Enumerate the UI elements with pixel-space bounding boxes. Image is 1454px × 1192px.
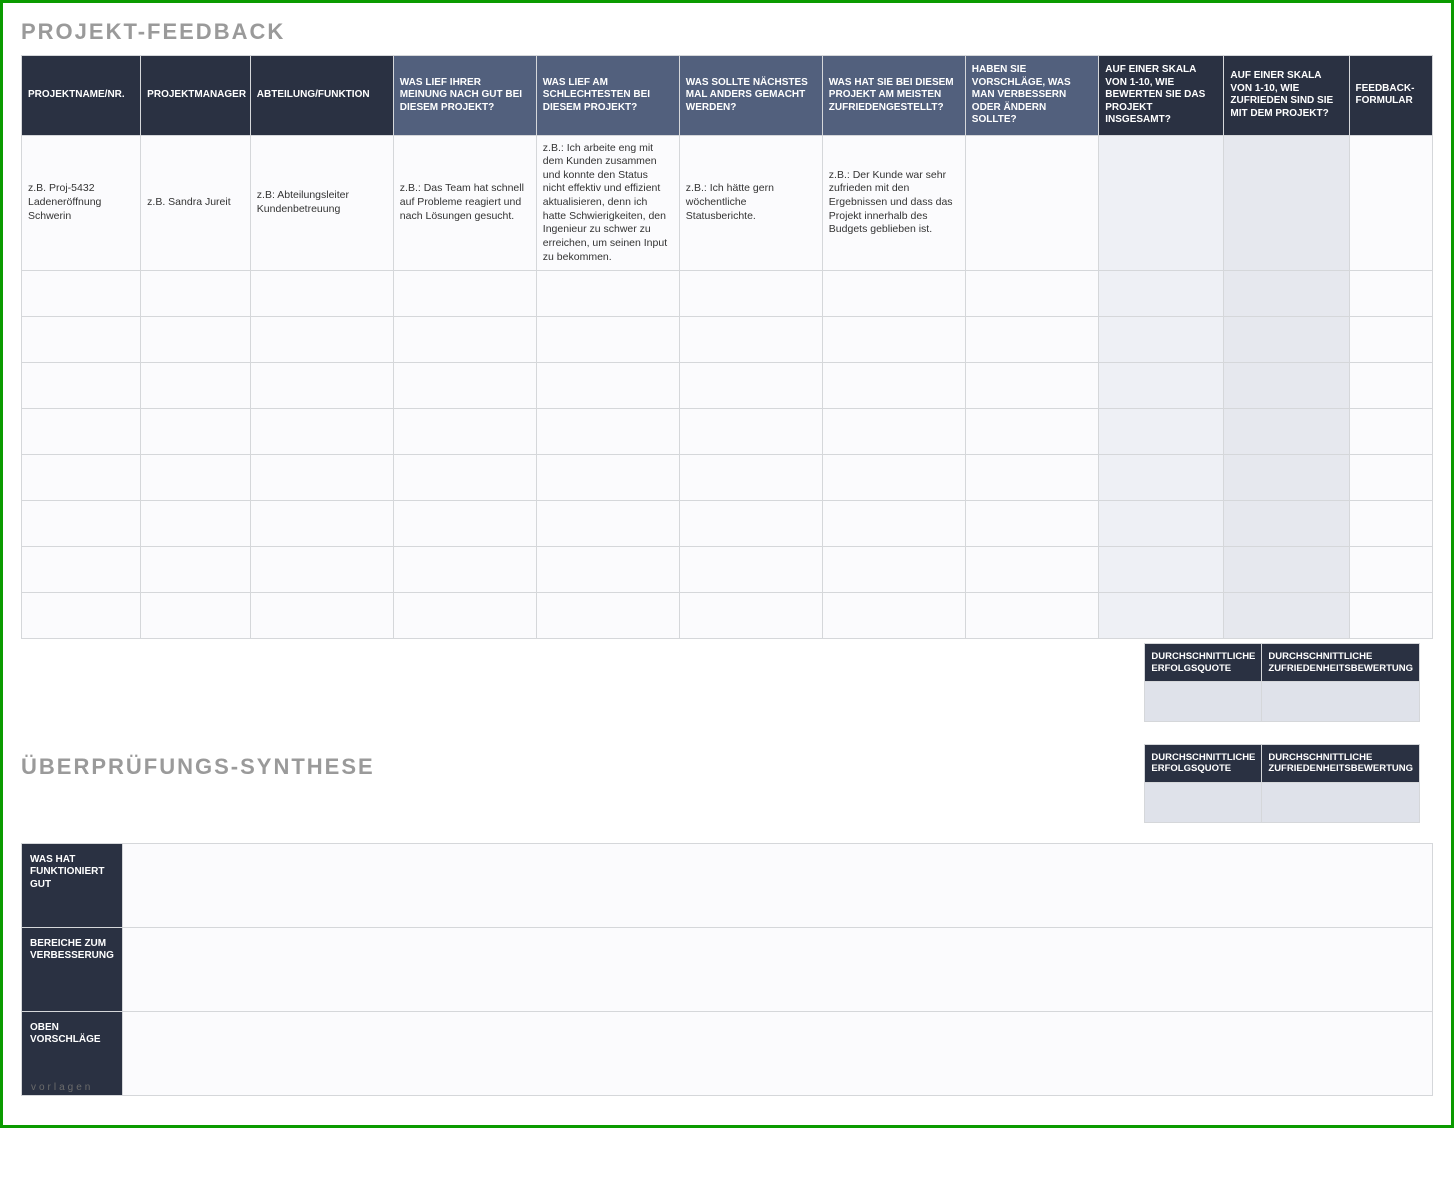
feedback-title: PROJEKT-FEEDBACK <box>21 19 1433 45</box>
avg-success-label: DURCHSCHNITTLICHE ERFOLGSQUOTE <box>1145 644 1262 682</box>
col-gut: WAS LIEF IHRER MEINUNG NACH GUT BEI DIES… <box>393 56 536 136</box>
col-zufrieden: WAS HAT SIE BEI DIESEM PROJEKT AM MEISTE… <box>822 56 965 136</box>
cell[interactable]: z.B.: Ich hätte gern wöchentliche Status… <box>679 135 822 271</box>
cell[interactable]: z.B.: Der Kunde war sehr zufrieden mit d… <box>822 135 965 271</box>
cell[interactable]: z.B. Proj-5432 Ladeneröffnung Schwerin <box>22 135 141 271</box>
col-schlecht: WAS LIEF AM SCHLECHTESTEN BEI DIESEM PRO… <box>536 56 679 136</box>
table-row <box>22 409 1433 455</box>
col-skala-projekt: AUF EINER SKALA VON 1-10, WIE BEWERTEN S… <box>1099 56 1224 136</box>
cell[interactable]: z.B: Abteilungsleiter Kundenbetreuung <box>250 135 393 271</box>
table-row <box>22 363 1433 409</box>
syn-cell-improve[interactable] <box>122 927 1432 1011</box>
table-row <box>22 455 1433 501</box>
cell[interactable]: z.B. Sandra Jureit <box>141 135 251 271</box>
col-projektname: PROJEKTNAME/NR. <box>22 56 141 136</box>
col-projektmanager: PROJEKTMANAGER <box>141 56 251 136</box>
cell[interactable]: z.B.: Das Team hat schnell auf Probleme … <box>393 135 536 271</box>
table-row <box>22 593 1433 639</box>
table-row <box>22 501 1433 547</box>
cell[interactable] <box>1224 135 1349 271</box>
table-header-row: PROJEKTNAME/NR. PROJEKTMANAGER ABTEILUNG… <box>22 56 1433 136</box>
col-abteilung: ABTEILUNG/FUNKTION <box>250 56 393 136</box>
table-row <box>22 547 1433 593</box>
syn-cell-good[interactable] <box>122 843 1432 927</box>
table-row: z.B. Proj-5432 Ladeneröffnung Schwerin z… <box>22 135 1433 271</box>
col-vorschlaege: HABEN SIE VORSCHLÄGE, WAS MAN VERBESSERN… <box>965 56 1098 136</box>
avg-table-1: DURCHSCHNITTLICHE ERFOLGSQUOTE DURCHSCHN… <box>1144 643 1433 722</box>
avg-satisfaction-label: DURCHSCHNITTLICHE ZUFRIEDENHEITSBEWERTUN… <box>1262 644 1420 682</box>
col-anders: WAS SOLLTE NÄCHSTES MAL ANDERS GEMACHT W… <box>679 56 822 136</box>
table-row <box>22 271 1433 317</box>
synthesis-table: WAS HAT FUNKTIONIERT GUT BEREICHE ZUM VE… <box>21 843 1433 1096</box>
synthesis-title: ÜBERPRÜFUNGS-SYNTHESE <box>21 754 375 780</box>
watermark: vorlagen <box>31 1082 1443 1093</box>
table-row <box>22 317 1433 363</box>
avg-table-2: DURCHSCHNITTLICHE ERFOLGSQUOTE DURCHSCHN… <box>1144 744 1433 823</box>
cell[interactable] <box>1099 135 1224 271</box>
feedback-table: PROJEKTNAME/NR. PROJEKTMANAGER ABTEILUNG… <box>21 55 1433 639</box>
avg-success-value[interactable] <box>1145 682 1262 722</box>
col-formular: FEEDBACK-FORMULAR <box>1349 56 1432 136</box>
cell[interactable] <box>1349 135 1432 271</box>
avg-success-label-2: DURCHSCHNITTLICHE ERFOLGSQUOTE <box>1145 745 1262 783</box>
cell[interactable]: z.B.: Ich arbeite eng mit dem Kunden zus… <box>536 135 679 271</box>
syn-label-good: WAS HAT FUNKTIONIERT GUT <box>22 843 123 927</box>
avg-block-1: DURCHSCHNITTLICHE ERFOLGSQUOTE DURCHSCHN… <box>21 643 1433 722</box>
syn-row-good: WAS HAT FUNKTIONIERT GUT <box>22 843 1433 927</box>
syn-label-improve: BEREICHE ZUM VERBESSERUNG <box>22 927 123 1011</box>
avg-satisfaction-value-2[interactable] <box>1262 782 1420 822</box>
avg-success-value-2[interactable] <box>1145 782 1262 822</box>
cell[interactable] <box>965 135 1098 271</box>
document-page: PROJEKT-FEEDBACK PROJEKTNAME/NR. PROJEKT… <box>0 0 1454 1128</box>
syn-row-improve: BEREICHE ZUM VERBESSERUNG <box>22 927 1433 1011</box>
col-skala-zufrieden: AUF EINER SKALA VON 1-10, WIE ZUFRIEDEN … <box>1224 56 1349 136</box>
avg-satisfaction-value[interactable] <box>1262 682 1420 722</box>
avg-satisfaction-label-2: DURCHSCHNITTLICHE ZUFRIEDENHEITSBEWERTUN… <box>1262 745 1420 783</box>
